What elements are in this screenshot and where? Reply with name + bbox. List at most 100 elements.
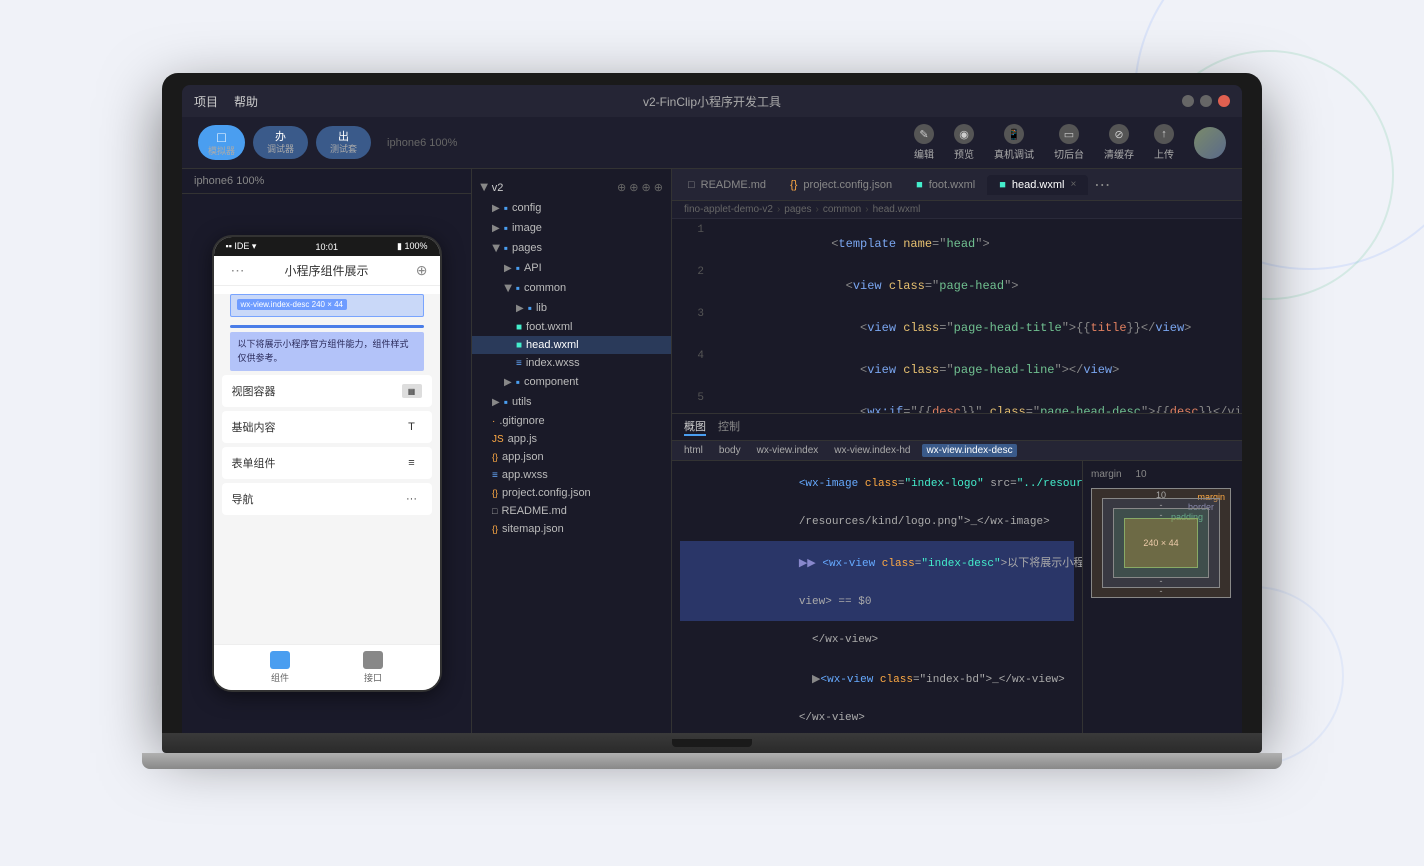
app-json-label: app.json: [502, 451, 544, 463]
phone-menu-item-4[interactable]: 导航 ···: [222, 483, 432, 515]
app-wxss-icon: ≡: [492, 470, 498, 481]
phone-menu-item-3[interactable]: 表单组件 ≡: [222, 447, 432, 479]
tree-app-js[interactable]: JS app.js: [472, 430, 671, 448]
elem-wx-view-index[interactable]: wx-view.index: [753, 444, 823, 457]
dom-tag-wx-image: <wx-image: [799, 478, 865, 490]
tree-config[interactable]: ▶ ▪ config: [472, 198, 671, 218]
index-wxss-label: index.wxss: [526, 357, 580, 369]
dom-val-class: "index-logo": [904, 478, 983, 490]
phone-menu-item-1[interactable]: 视图容器 ▦: [222, 375, 432, 407]
elem-wx-view-index-desc[interactable]: wx-view.index-desc: [922, 444, 1016, 457]
tree-app-json[interactable]: {} app.json: [472, 448, 671, 466]
head-tab-close[interactable]: ×: [1070, 179, 1076, 190]
tree-root-label: v2: [492, 182, 504, 194]
tree-index-wxss[interactable]: ≡ index.wxss: [472, 354, 671, 372]
phone-nav-components[interactable]: 组件: [270, 651, 290, 684]
phone-menu-icon[interactable]: ⊕: [403, 262, 427, 279]
tree-gitignore[interactable]: · .gitignore: [472, 412, 671, 430]
code-line-4: 4 <view class="page-head-line"></view>: [672, 349, 1242, 391]
common-arrow: ▶: [502, 284, 513, 292]
line-num-1: 1: [680, 223, 704, 236]
phone-nav-icon-api: [363, 651, 383, 669]
box-model: margin 10 margin border: [1082, 461, 1242, 733]
phone-nav-api[interactable]: 接口: [363, 651, 383, 684]
pages-arrow: ▶: [490, 244, 501, 252]
line-content-1: <template name="head">: [716, 223, 1234, 265]
maximize-button[interactable]: [1200, 95, 1212, 107]
utils-folder-icon: ▪: [504, 395, 508, 409]
clear-cache-action[interactable]: ⊘ 清缓存: [1104, 124, 1134, 161]
toolbar-left: □ 模拟器 办 调试器 出 测试套: [198, 125, 371, 161]
dom-line-4-highlighted: view> == $0: [680, 583, 1074, 621]
phone-status-bar: ▪▪ IDE ▾ 10:01 ▮ 100%: [214, 237, 440, 256]
background-icon: ▭: [1059, 124, 1079, 144]
laptop-base: [162, 733, 1262, 753]
tab-project-config[interactable]: {} project.config.json: [778, 175, 904, 195]
testkit-button[interactable]: 出 测试套: [316, 126, 371, 160]
background-action[interactable]: ▭ 切后台: [1054, 124, 1084, 161]
edit-action[interactable]: ✎ 编辑: [914, 124, 934, 161]
tree-utils[interactable]: ▶ ▪ utils: [472, 392, 671, 412]
bottom-tab-overview[interactable]: 概图: [684, 418, 706, 436]
dom-line-5: </wx-view>: [680, 621, 1074, 659]
phone-time: 10:01: [315, 242, 338, 252]
tree-app-wxss[interactable]: ≡ app.wxss: [472, 466, 671, 484]
title-bar: 项目 帮助 v2-FinClip小程序开发工具: [182, 85, 1242, 117]
tree-sitemap[interactable]: {} sitemap.json: [472, 520, 671, 538]
screen-bezel: 项目 帮助 v2-FinClip小程序开发工具 □ 模拟器: [162, 73, 1262, 733]
elem-wx-view-index-hd[interactable]: wx-view.index-hd: [830, 444, 914, 457]
elem-html[interactable]: html: [680, 444, 707, 457]
tree-head-wxml[interactable]: ■ head.wxml: [472, 336, 671, 354]
project-config-label: project.config.json: [502, 487, 591, 499]
menu-help[interactable]: 帮助: [234, 93, 258, 110]
phone-menu-label-1: 视图容器: [232, 383, 276, 399]
editor-tabs: □ README.md {} project.config.json ■ foo…: [672, 169, 1242, 201]
upload-action[interactable]: ↑ 上传: [1154, 124, 1174, 161]
tree-pages[interactable]: ▶ ▪ pages: [472, 238, 671, 258]
tree-foot-wxml[interactable]: ■ foot.wxml: [472, 318, 671, 336]
menu-project[interactable]: 项目: [194, 93, 218, 110]
pages-label: pages: [512, 242, 542, 254]
code-editor[interactable]: 1 <template name="head"> 2 <view class="…: [672, 219, 1242, 413]
project-config-tab-label: project.config.json: [803, 179, 892, 191]
phone-menu-item-2[interactable]: 基础内容 T: [222, 411, 432, 443]
tree-readme[interactable]: □ README.md: [472, 502, 671, 520]
tree-project-config[interactable]: {} project.config.json: [472, 484, 671, 502]
bottom-tab-console[interactable]: 控制: [718, 418, 740, 436]
utils-arrow: ▶: [492, 397, 500, 408]
main-area: iphone6 100% ▪▪ IDE ▾ 10:01 ▮ 100% ⋯: [182, 169, 1242, 733]
project-config-icon: {}: [492, 488, 498, 498]
phone-menu-icon-2: T: [402, 420, 422, 434]
breadcrumb-file: head.wxml: [873, 204, 921, 215]
tabs-more[interactable]: ⋯: [1088, 175, 1116, 195]
laptop: 项目 帮助 v2-FinClip小程序开发工具 □ 模拟器: [162, 73, 1262, 793]
tab-head-wxml[interactable]: ■ head.wxml ×: [987, 175, 1088, 195]
tree-common[interactable]: ▶ ▪ common: [472, 278, 671, 298]
readme-icon: □: [492, 506, 497, 516]
debugger-button[interactable]: 办 调试器: [253, 126, 308, 160]
device-debug-icon: 📱: [1004, 124, 1024, 144]
border-top-val: -: [1160, 500, 1163, 510]
bottom-panel: 概图 控制 html body wx-view.index wx-view.in…: [672, 413, 1242, 733]
head-wxml-label: head.wxml: [526, 339, 579, 351]
code-line-1: 1 <template name="head">: [672, 223, 1242, 265]
simulator-button[interactable]: □ 模拟器: [198, 125, 245, 161]
close-button[interactable]: [1218, 95, 1230, 107]
tree-image[interactable]: ▶ ▪ image: [472, 218, 671, 238]
elem-body[interactable]: body: [715, 444, 745, 457]
clear-cache-icon: ⊘: [1109, 124, 1129, 144]
tab-foot-wxml[interactable]: ■ foot.wxml: [904, 175, 987, 195]
preview-action[interactable]: ◉ 预览: [954, 124, 974, 161]
element-selector: html body wx-view.index wx-view.index-hd…: [672, 441, 1242, 461]
tree-component[interactable]: ▶ ▪ component: [472, 372, 671, 392]
minimize-button[interactable]: [1182, 95, 1194, 107]
user-avatar[interactable]: [1194, 127, 1226, 159]
tab-readme[interactable]: □ README.md: [676, 175, 778, 195]
dom-line-7: </wx-view>: [680, 699, 1074, 733]
device-debug-action[interactable]: 📱 真机调试: [994, 124, 1034, 161]
dom-preview[interactable]: <wx-image class="index-logo" src="../res…: [672, 461, 1082, 733]
tree-lib[interactable]: ▶ ▪ lib: [472, 298, 671, 318]
dom-close-wx-view-2: </wx-view>: [799, 712, 865, 724]
tree-api[interactable]: ▶ ▪ API: [472, 258, 671, 278]
line-content-4: <view class="page-head-line"></view>: [716, 349, 1234, 391]
